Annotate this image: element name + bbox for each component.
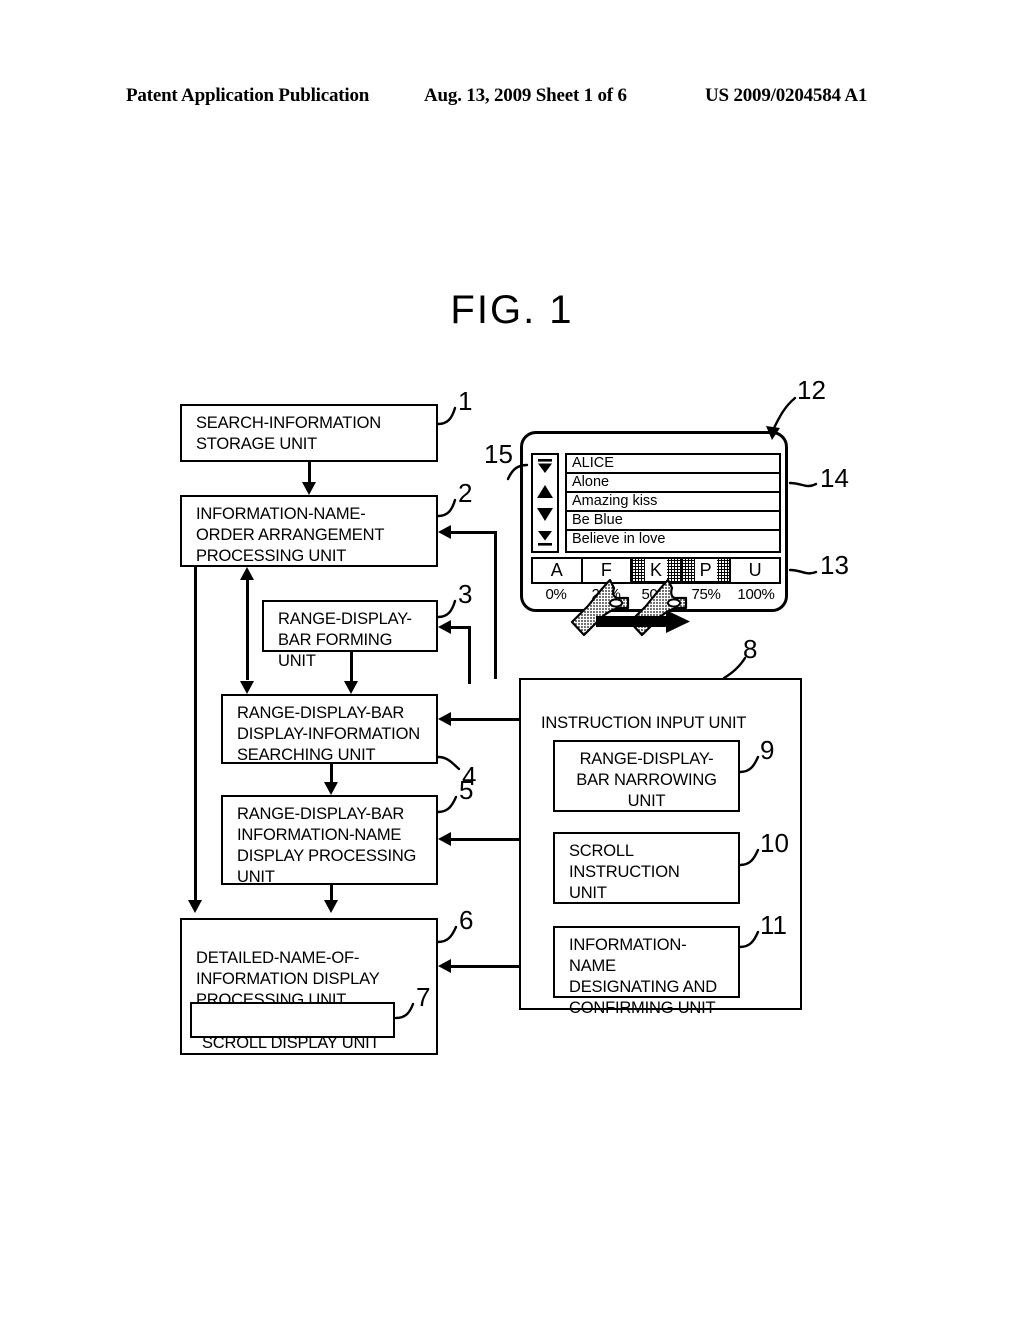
range-bar-cell-label: K (644, 559, 667, 581)
connector-2-to-6-vertical (194, 567, 197, 900)
connector-8-to-6 (451, 965, 519, 968)
reference-numeral-11: 11 (760, 910, 787, 940)
connector-8-to-3-horizontal (451, 626, 470, 629)
list-item[interactable]: ALICE (567, 455, 779, 474)
scroll-up-icon[interactable] (534, 481, 556, 502)
arrowhead-2-to-4 (239, 681, 254, 694)
list-item[interactable]: Alone (567, 474, 779, 493)
connector-8-to-2-vertical (494, 531, 497, 679)
box-information-name-designating-and-confirming-unit: INFORMATION-NAME DESIGNATING AND CONFIRM… (553, 926, 740, 1017)
box-information-name-order-arrangement-processing-unit: INFORMATION-NAME- ORDER ARRANGEMENT PROC… (180, 495, 438, 567)
reference-numeral-10: 10 (760, 828, 789, 858)
box-range-display-bar-information-name-display-processing-unit: RANGE-DISPLAY-BAR INFORMATION-NAME DISPL… (221, 795, 438, 886)
device-display-panel: ALICE Alone Amazing kiss Be Blue Believe… (520, 431, 788, 612)
figure-title: FIG. 1 (450, 288, 574, 332)
reference-leader-lines (394, 396, 818, 1020)
range-bar-percent-scale: 0% 25% 50% 75% 100% (531, 585, 781, 607)
range-display-bar[interactable]: A F K P U (531, 557, 781, 584)
range-bar-cell-k[interactable]: K (632, 559, 682, 582)
percent-label: 25% (591, 586, 621, 603)
arrowhead-8-to-2 (438, 524, 451, 539)
scrollbar[interactable] (531, 453, 559, 553)
arrowhead-8-to-6 (438, 958, 451, 973)
box-8-label: INSTRUCTION INPUT UNIT (541, 714, 747, 732)
reference-numeral-14: 14 (820, 463, 849, 493)
range-bar-cell-u[interactable]: U (731, 559, 779, 582)
reference-numeral-12: 12 (797, 375, 826, 405)
range-bar-cell-label: U (748, 560, 762, 580)
reference-numeral-9: 9 (760, 735, 775, 765)
reference-numeral-5: 5 (459, 775, 474, 805)
box-range-display-bar-narrowing-unit: RANGE-DISPLAY- BAR NARROWING UNIT (553, 740, 740, 812)
connector-2-to-4 (246, 580, 249, 680)
reference-numeral-8: 8 (743, 634, 758, 664)
arrowhead-5-to-6 (323, 900, 338, 913)
reference-numeral-6: 6 (459, 905, 474, 935)
scroll-down-icon[interactable] (534, 504, 556, 525)
connector-8-to-3-vertical (468, 626, 471, 684)
arrowhead-8-to-3 (438, 619, 451, 634)
range-bar-cell-p[interactable]: P (681, 559, 732, 582)
arrowhead-8-to-5 (438, 831, 451, 846)
range-bar-cell-label: A (550, 560, 563, 580)
box-7-label: SCROLL DISPLAY UNIT (202, 1034, 380, 1052)
box-scroll-display-unit: SCROLL DISPLAY UNIT (190, 1002, 395, 1052)
reference-numeral-15: 15 (484, 439, 513, 469)
reference-numeral-7: 7 (416, 982, 431, 1012)
publication-header: Patent Application Publication Aug. 13, … (0, 85, 1024, 115)
list-item[interactable]: Believe in love (567, 531, 779, 550)
box-range-display-bar-forming-unit: RANGE-DISPLAY- BAR FORMING UNIT (262, 600, 438, 670)
range-bar-cell-f[interactable]: F (583, 559, 633, 582)
arrowhead-3-to-4 (343, 681, 358, 694)
range-bar-cell-a[interactable]: A (533, 559, 583, 582)
percent-label: 50% (641, 586, 671, 603)
box-scroll-instruction-unit: SCROLL INSTRUCTION UNIT (553, 832, 740, 904)
publication-date-sheet: Aug. 13, 2009 Sheet 1 of 6 (424, 85, 627, 106)
information-name-list[interactable]: ALICE Alone Amazing kiss Be Blue Believe… (565, 453, 781, 553)
percent-label: 75% (691, 586, 721, 603)
range-bar-cell-label: F (600, 560, 612, 580)
percent-label: 0% (545, 586, 567, 603)
connector-8-to-4 (451, 718, 519, 721)
connector-8-to-5 (451, 838, 519, 841)
arrowhead-4-to-2 (239, 567, 254, 580)
reference-numeral-2: 2 (458, 478, 473, 508)
publication-number: US 2009/0204584 A1 (705, 85, 868, 106)
connector-1-to-2 (308, 462, 311, 482)
reference-numeral-13: 13 (820, 550, 849, 580)
connector-3-to-4 (350, 652, 353, 681)
scroll-to-bottom-icon[interactable] (534, 528, 556, 549)
reference-numeral-3: 3 (458, 579, 473, 609)
percent-label: 100% (737, 586, 775, 603)
list-item[interactable]: Amazing kiss (567, 493, 779, 512)
publication-type: Patent Application Publication (126, 85, 370, 106)
box-range-display-bar-display-information-searching-unit: RANGE-DISPLAY-BAR DISPLAY-INFORMATION SE… (221, 694, 438, 764)
connector-4-to-5 (330, 764, 333, 782)
list-item[interactable]: Be Blue (567, 512, 779, 531)
connector-8-to-2-horizontal (451, 531, 496, 534)
scroll-to-top-icon[interactable] (534, 457, 556, 478)
arrowhead-4-to-5 (323, 782, 338, 795)
arrowhead-8-to-4 (438, 711, 451, 726)
box-search-information-storage-unit: SEARCH-INFORMATION STORAGE UNIT (180, 404, 438, 462)
arrowhead-1-to-2 (301, 482, 316, 495)
reference-numeral-1: 1 (458, 386, 473, 416)
range-bar-cell-label: P (694, 559, 717, 581)
arrowhead-2-to-6 (187, 900, 202, 913)
